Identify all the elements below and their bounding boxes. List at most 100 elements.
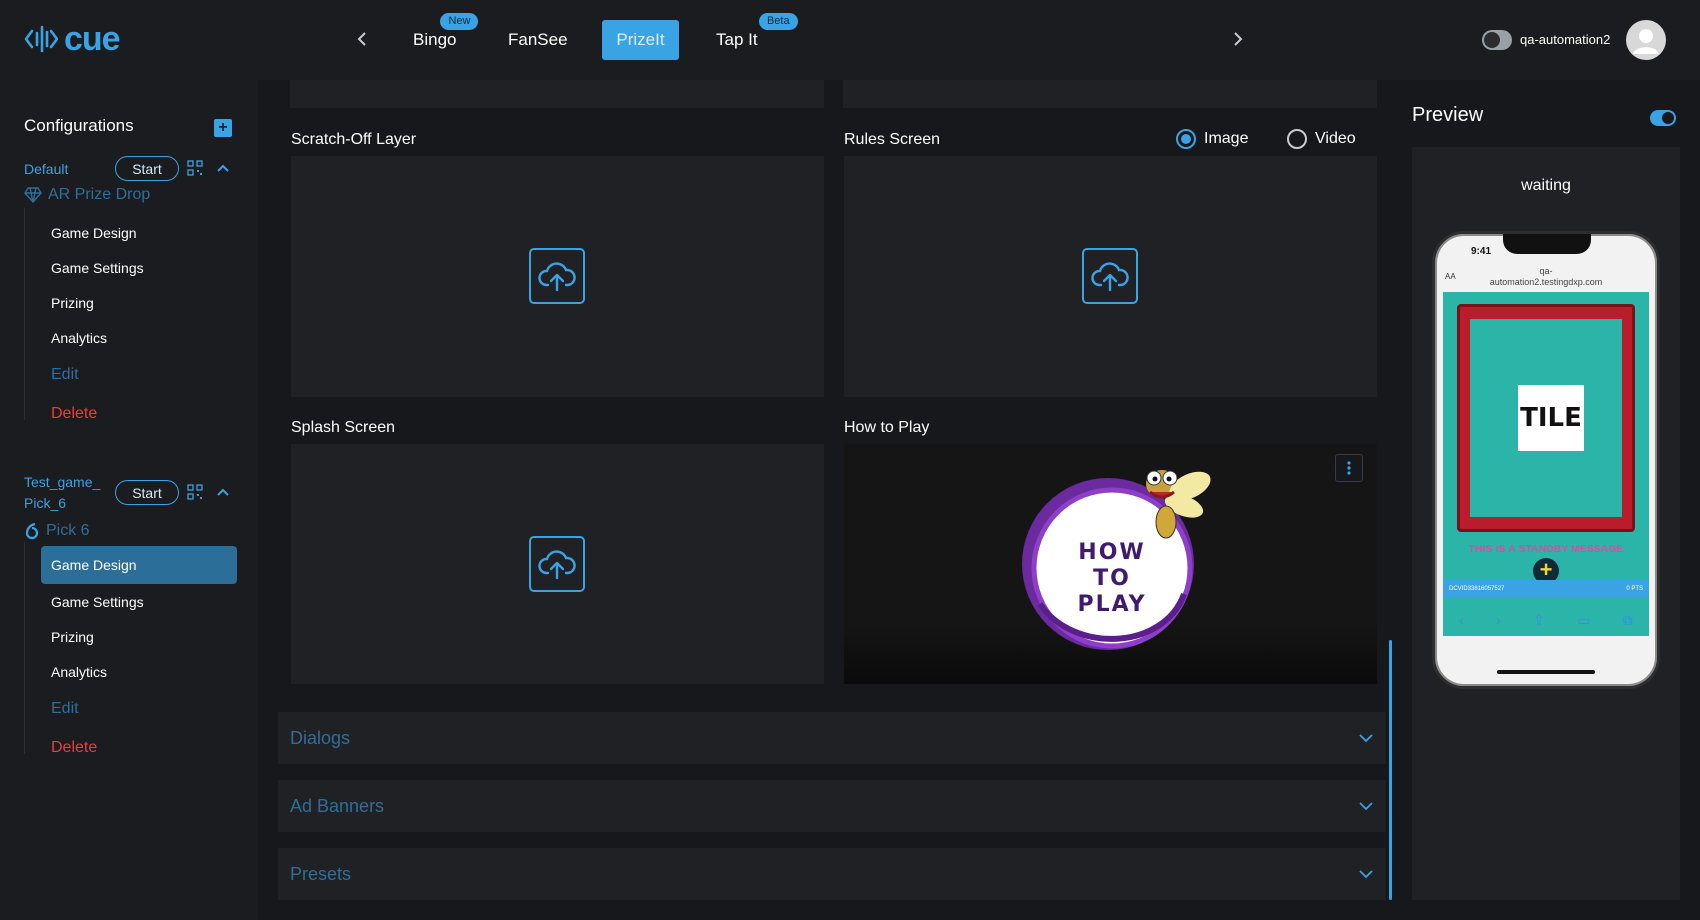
splash-screen-upload-area[interactable] <box>291 444 824 684</box>
qr-code-icon[interactable] <box>187 484 203 500</box>
config-menu-pick6: Game Design Game Settings Prizing Analyt… <box>24 542 237 756</box>
pick6-icon <box>25 522 39 540</box>
tab-tapit-label: Tap It <box>716 30 758 49</box>
qr-code-icon[interactable] <box>187 160 203 176</box>
menu-analytics[interactable]: Analytics <box>41 319 237 357</box>
marquee-frame: TILE <box>1457 304 1635 532</box>
menu-analytics[interactable]: Analytics <box>41 653 237 691</box>
menu-edit[interactable]: Edit <box>41 690 237 728</box>
new-badge: New <box>440 13 479 30</box>
preview-title: Preview <box>1412 104 1484 126</box>
tile: TILE <box>1518 385 1584 451</box>
tab-tapit[interactable]: Tap It Beta <box>702 13 798 60</box>
menu-game-settings[interactable]: Game Settings <box>41 583 237 621</box>
nav-next-arrow[interactable] <box>1228 26 1248 52</box>
accordion-dialogs[interactable]: Dialogs <box>278 712 1386 764</box>
start-button-default[interactable]: Start <box>115 156 179 181</box>
nav-prev-arrow[interactable] <box>352 26 372 52</box>
config-name-line2: Pick_6 <box>24 495 67 511</box>
waveform-icon <box>24 25 58 53</box>
chevron-down-icon <box>1359 734 1373 743</box>
beta-badge: Beta <box>758 13 798 30</box>
cloud-upload-icon <box>1091 262 1129 292</box>
game-type-label: Pick 6 <box>46 522 90 539</box>
game-type-label: AR Prize Drop <box>48 186 151 203</box>
preview-panel: waiting 9:41 AA qa- automation2.testingd… <box>1412 147 1680 900</box>
how-to-play-label: How to Play <box>844 419 930 436</box>
chevron-down-icon <box>1359 870 1373 879</box>
cue-logo[interactable]: cue <box>24 20 121 58</box>
safari-toolbar: ‹ › ⇪ ▭ ⧉ <box>1443 606 1649 634</box>
splash-screen-label: Splash Screen <box>291 419 396 436</box>
tabs-icon: ⧉ <box>1622 611 1633 628</box>
preview-toggle[interactable] <box>1650 110 1676 126</box>
sidebar: Configurations + Default Start AR Prize … <box>0 80 258 920</box>
start-button-pick6[interactable]: Start <box>115 480 179 505</box>
tab-prizeit[interactable]: PrizeIt <box>602 20 679 60</box>
radio-button[interactable] <box>1287 129 1307 149</box>
config-name-test-game-pick6[interactable]: Test_game_ Pick_6 <box>24 472 100 514</box>
main-scrollbar[interactable] <box>1389 640 1392 900</box>
cloud-upload-icon <box>538 550 576 580</box>
upload-button[interactable] <box>529 248 585 304</box>
user-name: qa-automation2 <box>1520 32 1611 47</box>
share-icon: ⇪ <box>1533 611 1545 628</box>
theme-toggle[interactable] <box>1482 30 1512 50</box>
bookmarks-icon: ▭ <box>1577 611 1591 628</box>
moon-icon <box>1484 32 1500 48</box>
radio-video-label: Video <box>1315 130 1356 147</box>
toggle-knob <box>1662 112 1674 124</box>
chevron-up-icon[interactable] <box>215 160 231 176</box>
card-options-button[interactable] <box>1335 454 1363 482</box>
how-to-play-image: HOW TO PLAY <box>844 444 1377 684</box>
game-type-pick6: Pick 6 <box>24 522 90 540</box>
main-content: Scratch-Off Layer Rules Screen Image Vid… <box>258 80 1388 920</box>
avatar[interactable] <box>1626 20 1666 60</box>
logo-text: cue <box>64 20 121 58</box>
chevron-up-icon[interactable] <box>215 484 231 500</box>
menu-delete[interactable]: Delete <box>41 729 237 767</box>
menu-game-settings[interactable]: Game Settings <box>41 249 237 287</box>
chevron-left-icon <box>357 32 366 46</box>
menu-edit[interactable]: Edit <box>41 356 237 394</box>
accordion-ad-banners[interactable]: Ad Banners <box>278 780 1386 832</box>
accordion-presets[interactable]: Presets <box>278 848 1386 900</box>
rules-screen-label: Rules Screen <box>844 131 941 148</box>
config-menu-default: Game Design Game Settings Prizing Analyt… <box>24 208 237 422</box>
add-configuration-button[interactable]: + <box>214 119 232 137</box>
upload-button[interactable] <box>529 536 585 592</box>
menu-game-design[interactable]: Game Design <box>41 546 237 584</box>
accordion-presets-label: Presets <box>290 863 352 884</box>
menu-delete[interactable]: Delete <box>41 395 237 433</box>
radio-image[interactable]: Image <box>1176 129 1248 149</box>
rules-screen-upload-area[interactable] <box>844 156 1377 397</box>
cloud-upload-icon <box>538 262 576 292</box>
preview-status: waiting <box>1521 177 1571 194</box>
radio-video[interactable]: Video <box>1287 129 1356 149</box>
menu-prizing[interactable]: Prizing <box>41 284 237 322</box>
url-line2: automation2.testingdxp.com <box>1489 277 1603 287</box>
menu-prizing[interactable]: Prizing <box>41 618 237 656</box>
phone-url: qa- automation2.testingdxp.com <box>1443 266 1649 290</box>
upload-button[interactable] <box>1082 248 1138 304</box>
menu-game-design[interactable]: Game Design <box>41 214 237 252</box>
chevron-down-icon <box>1359 802 1373 811</box>
standby-message: THIS IS A STANDBY MESSAGE <box>1468 544 1624 555</box>
tab-fansee[interactable]: FanSee <box>494 20 582 60</box>
user-icon <box>1633 29 1659 54</box>
more-vertical-icon <box>1347 461 1351 475</box>
diamond-icon <box>24 187 42 203</box>
footer-points: 0 PTS <box>1626 586 1643 592</box>
tab-fansee-label: FanSee <box>508 30 568 49</box>
phone-notch <box>1503 234 1591 254</box>
config-name-default[interactable]: Default <box>24 158 68 180</box>
tab-prizeit-label: PrizeIt <box>616 30 665 49</box>
how-to-play-image-text: HOW TO PLAY <box>1077 540 1147 617</box>
forward-icon: › <box>1496 612 1501 628</box>
tab-bingo-label: Bingo <box>413 30 457 49</box>
tab-bingo[interactable]: Bingo New <box>399 13 479 60</box>
accordion-ad-banners-label: Ad Banners <box>290 795 385 816</box>
scratch-off-upload-area[interactable] <box>291 156 824 397</box>
radio-button-selected[interactable] <box>1176 129 1196 149</box>
back-icon: ‹ <box>1459 612 1464 628</box>
